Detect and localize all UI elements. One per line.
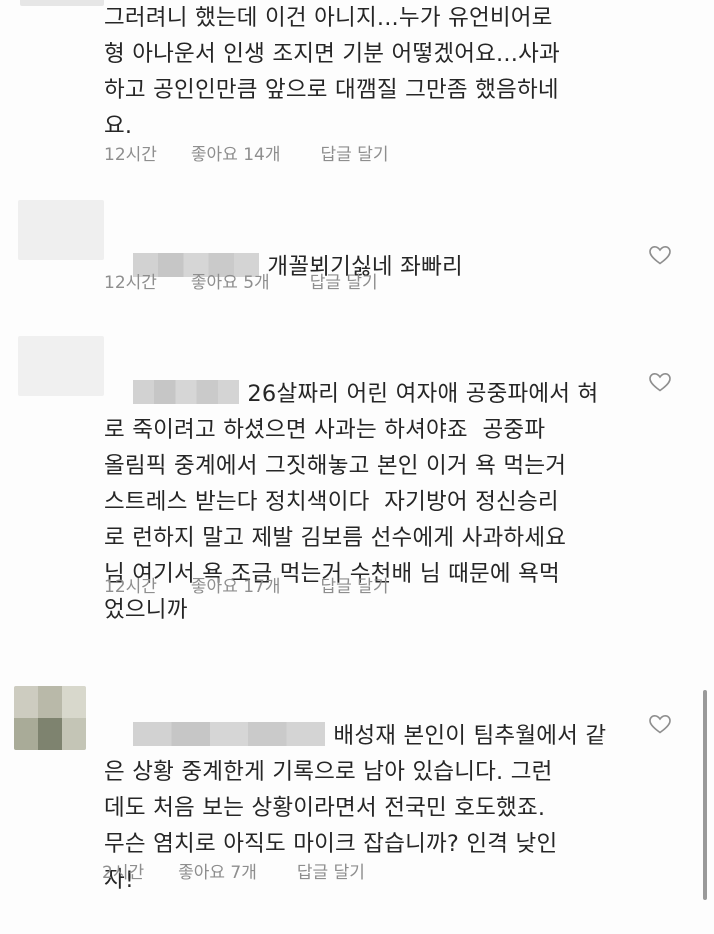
heart-outline-icon[interactable] (648, 370, 672, 394)
avatar[interactable] (18, 336, 104, 396)
comment-text: 개꼴뵈기싫네 좌빠리 (104, 213, 624, 321)
comment-likes[interactable]: 좋아요 14개 (191, 140, 281, 165)
heart-outline-icon[interactable] (648, 243, 672, 267)
comment-likes[interactable]: 좋아요 7개 (178, 858, 257, 883)
scrollbar[interactable] (703, 690, 707, 900)
comment-text: 그러려니 했는데 이건 아니지...누가 유언비어로 형 아나운서 인생 조지면… (104, 5, 560, 139)
comment-likes[interactable]: 좋아요 17개 (191, 572, 281, 597)
comment-time: 12시간 (104, 577, 157, 597)
comment-likes[interactable]: 좋아요 5개 (191, 268, 270, 293)
username-redacted[interactable] (133, 380, 240, 404)
heart-outline-icon[interactable] (648, 712, 672, 736)
reply-button[interactable]: 답글 달기 (321, 140, 389, 165)
comment-text: 26살짜리 어린 여자애 공중파에서 혀 로 죽이려고 하셨으면 사과는 하셔야… (104, 380, 599, 623)
comment-time: 12시간 (104, 145, 157, 165)
comment-text: 배성재 본인이 팀추월에서 같 은 상황 중계한게 기록으로 남아 있습니다. … (104, 722, 607, 893)
comment-meta: 12시간 좋아요 14개 답글 달기 (104, 140, 389, 165)
reply-button[interactable]: 답글 달기 (297, 858, 365, 883)
avatar[interactable] (18, 200, 104, 260)
reply-button[interactable]: 답글 달기 (310, 268, 378, 293)
avatar[interactable] (14, 686, 86, 750)
username-redacted[interactable] (133, 722, 326, 746)
avatar[interactable] (20, 0, 104, 6)
reply-button[interactable]: 답글 달기 (321, 572, 389, 597)
comment-meta: 12시간 좋아요 17개 답글 달기 (104, 572, 389, 597)
comment-meta: 2시간 좋아요 7개 답글 달기 (102, 858, 365, 883)
comment-meta: 12시간 좋아요 5개 답글 달기 (104, 268, 378, 293)
comment-time: 12시간 (104, 273, 157, 293)
comment-time: 2시간 (102, 863, 145, 883)
